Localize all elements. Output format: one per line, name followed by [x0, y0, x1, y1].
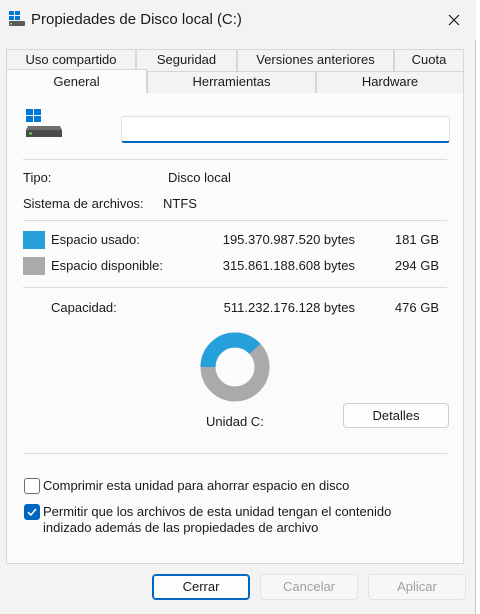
capacity-label: Capacidad:: [51, 300, 117, 315]
properties-window: Propiedades de Disco local (C:) Uso comp…: [0, 0, 476, 614]
drive-app-icon: [8, 10, 26, 28]
free-space-size: 294 GB: [394, 258, 439, 273]
details-button[interactable]: Detalles: [343, 403, 449, 428]
divider: [23, 453, 447, 454]
tab-uso-compartido[interactable]: Uso compartido: [6, 49, 136, 71]
general-panel: Tipo: Disco local Sistema de archivos: N…: [6, 92, 464, 564]
type-label: Tipo:: [23, 170, 52, 185]
used-space-size: 181 GB: [394, 232, 439, 247]
compress-checkbox[interactable]: [24, 478, 40, 494]
type-value: Disco local: [168, 170, 231, 185]
filesystem-label: Sistema de archivos:: [23, 196, 144, 211]
capacity-size: 476 GB: [394, 300, 439, 315]
tab-row-top: Uso compartido Seguridad Versiones anter…: [6, 49, 464, 71]
filesystem-value: NTFS: [163, 196, 197, 211]
checkmark-icon: [27, 508, 37, 517]
tab-herramientas[interactable]: Herramientas: [147, 71, 316, 93]
tab-hardware[interactable]: Hardware: [316, 71, 464, 93]
compress-label: Comprimir esta unidad para ahorrar espac…: [43, 478, 350, 493]
drive-letter-label: Unidad C:: [206, 414, 264, 429]
divider: [23, 159, 447, 160]
close-button[interactable]: Cerrar: [152, 574, 250, 600]
drive-name-input[interactable]: [121, 116, 450, 143]
tab-versiones-anteriores[interactable]: Versiones anteriores: [237, 49, 394, 71]
disk-usage-donut: [200, 332, 270, 402]
index-label-line2: indizado además de las propiedades de ar…: [43, 520, 319, 535]
window-title: Propiedades de Disco local (C:): [31, 11, 242, 28]
tab-seguridad[interactable]: Seguridad: [136, 49, 237, 71]
used-space-label: Espacio usado:: [51, 232, 140, 247]
divider: [23, 220, 447, 221]
free-space-bytes: 315.861.188.608 bytes: [222, 258, 355, 273]
tab-row-bottom: General Herramientas Hardware: [6, 69, 464, 93]
cancel-button[interactable]: Cancelar: [260, 574, 358, 600]
used-space-bytes: 195.370.987.520 bytes: [222, 232, 355, 247]
title-bar: Propiedades de Disco local (C:): [0, 0, 476, 40]
local-disk-icon: [25, 107, 63, 139]
free-space-label: Espacio disponible:: [51, 258, 164, 273]
close-window-button[interactable]: [432, 0, 476, 40]
tab-cuota[interactable]: Cuota: [394, 49, 464, 71]
index-label-line1: Permitir que los archivos de esta unidad…: [43, 504, 392, 519]
used-space-swatch: [23, 231, 45, 249]
apply-button[interactable]: Aplicar: [368, 574, 466, 600]
divider: [23, 287, 447, 288]
tab-general[interactable]: General: [6, 69, 147, 93]
capacity-bytes: 511.232.176.128 bytes: [223, 300, 355, 315]
index-checkbox[interactable]: [24, 504, 40, 520]
free-space-swatch: [23, 257, 45, 275]
close-icon: [448, 14, 460, 26]
